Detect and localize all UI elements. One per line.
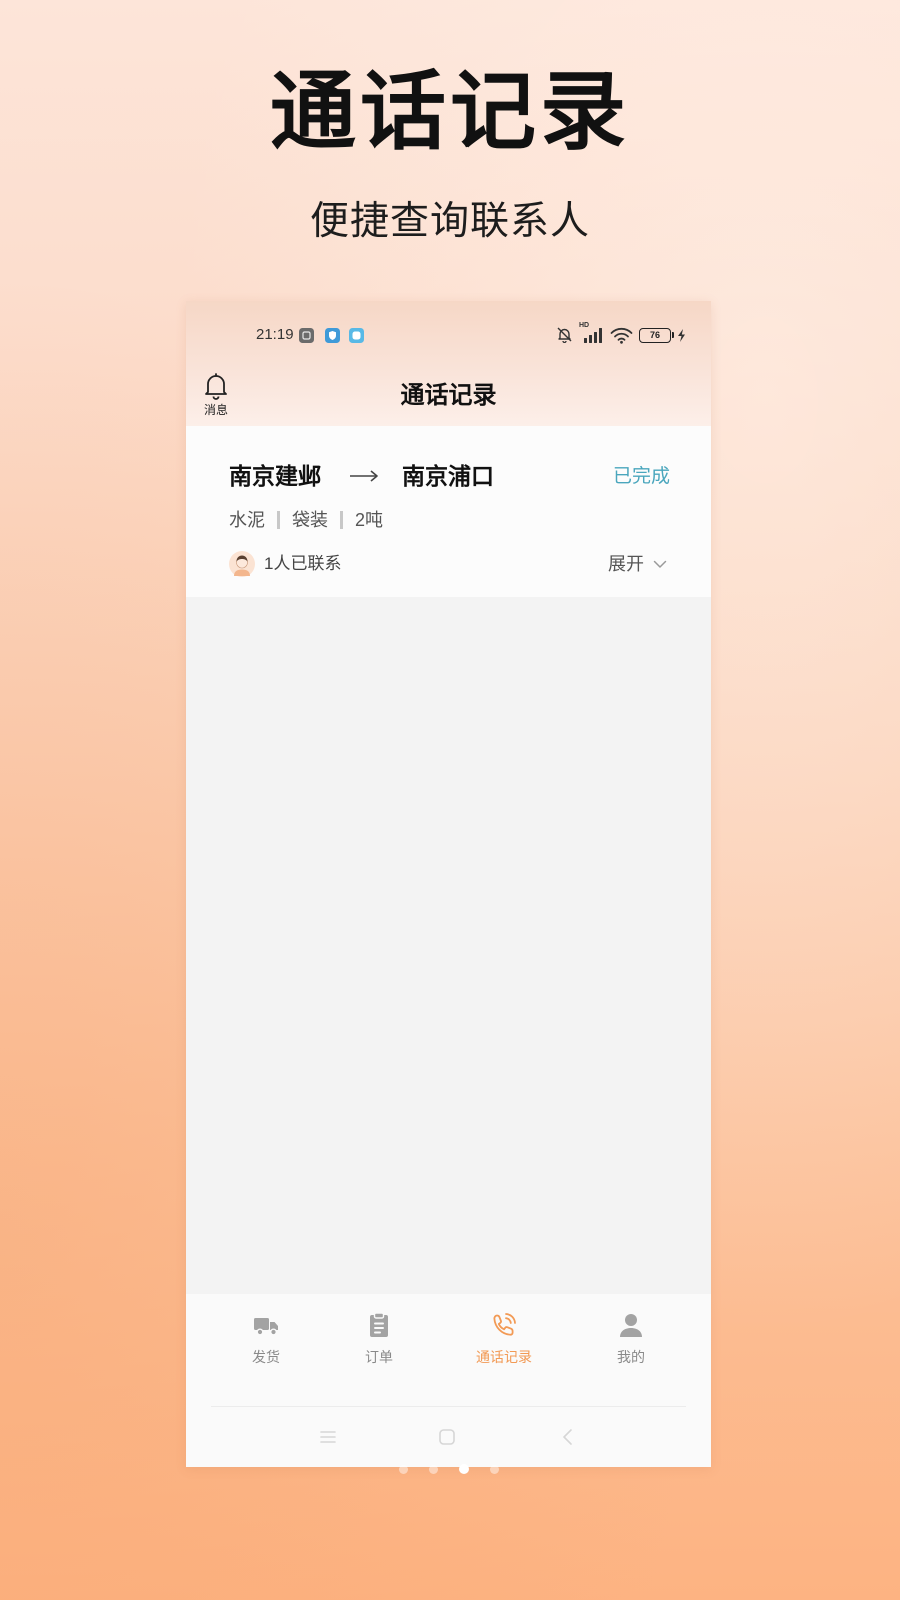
expand-button[interactable]: 展开 [604, 548, 678, 580]
battery-icon: 76 [639, 328, 674, 343]
tab-ship[interactable]: 发货 [216, 1294, 316, 1384]
page-dot-active[interactable] [458, 1464, 469, 1474]
notification-chat-icon [349, 328, 364, 343]
page-title: 通话记录 [400, 382, 497, 409]
page-dot[interactable] [489, 1464, 499, 1474]
truck-icon [254, 1318, 278, 1336]
route-destination: 南京浦口 [402, 463, 494, 489]
weight-tag: 2吨 [355, 510, 384, 530]
tab-orders[interactable]: 订单 [329, 1294, 429, 1384]
route-origin: 南京建邺 [229, 463, 321, 489]
charging-bolt-icon [678, 329, 685, 342]
bell-off-icon [557, 327, 572, 343]
home-icon [439, 1429, 455, 1445]
tab-label: 订单 [365, 1349, 393, 1365]
system-menu-button[interactable] [318, 1427, 338, 1447]
clipboard-icon [370, 1312, 388, 1337]
notification-shield-icon [325, 328, 340, 343]
person-icon [620, 1314, 642, 1337]
tab-label: 通话记录 [476, 1349, 532, 1365]
phone-call-icon [493, 1313, 516, 1336]
call-record-card[interactable]: 南京建邺 南京浦口 已完成 水泥 袋装 2吨 1人已联系 展开 [186, 426, 711, 597]
bottom-nav: 发货 订单 通话记录 我的 [186, 1294, 711, 1467]
status-time: 21:19 [256, 326, 294, 343]
tag-divider [277, 511, 280, 529]
back-icon [563, 1429, 572, 1445]
wifi-icon [610, 327, 633, 344]
tab-call-records[interactable]: 通话记录 [454, 1294, 554, 1384]
tag-divider [340, 511, 343, 529]
cargo-tags: 水泥 袋装 2吨 [229, 508, 383, 532]
tab-label: 发货 [252, 1349, 280, 1365]
phone-screenshot: 21:19 HD 76 消息 通话记录 南京建邺 南京浦口 已完成 水泥 袋装 … [186, 301, 711, 1467]
divider [211, 1406, 686, 1407]
avatar [229, 551, 255, 577]
expand-label: 展开 [608, 554, 644, 574]
chevron-down-icon [653, 560, 667, 568]
packaging-tag: 袋装 [292, 510, 328, 530]
menu-icon [320, 1431, 336, 1443]
page-dot[interactable] [428, 1464, 438, 1474]
page-dot[interactable] [398, 1464, 408, 1474]
system-home-button[interactable] [437, 1427, 457, 1447]
contacted-count: 1人已联系 [264, 554, 342, 573]
cargo-type-tag: 水泥 [229, 510, 265, 530]
tab-label: 我的 [617, 1349, 645, 1365]
arrow-right-icon [350, 470, 378, 482]
signal-icon [584, 328, 602, 343]
promo-title: 通话记录 [270, 64, 630, 160]
page-indicator [186, 1463, 711, 1475]
status-badge: 已完成 [612, 466, 670, 487]
tab-profile[interactable]: 我的 [581, 1294, 681, 1384]
notification-app-icon [299, 328, 314, 343]
app-header-area: 21:19 HD 76 消息 通话记录 [186, 301, 711, 426]
promo-subtitle: 便捷查询联系人 [309, 200, 590, 243]
system-back-button[interactable] [558, 1427, 578, 1447]
